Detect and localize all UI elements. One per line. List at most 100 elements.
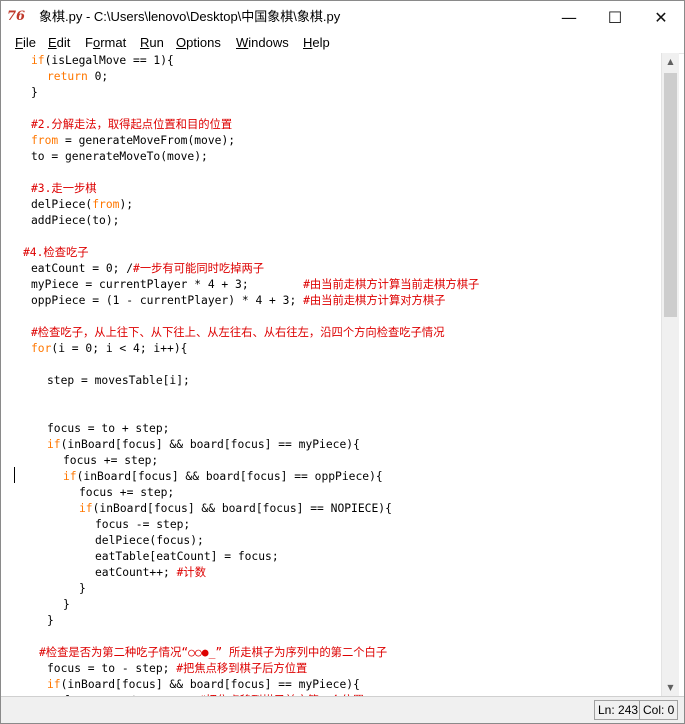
- code-token: focus -= step;: [95, 518, 191, 531]
- code-token: }: [31, 86, 38, 99]
- code-token: }: [47, 614, 54, 627]
- keyword-token: if: [31, 54, 45, 67]
- code-token: = generateMoveFrom(move);: [58, 134, 236, 147]
- code-line: if(inBoard[focus] && board[focus] == NOP…: [79, 501, 392, 517]
- code-line: addPiece(to);: [31, 213, 119, 229]
- menu-edit[interactable]: Edit: [48, 34, 70, 51]
- code-line: #2.分解走法，取得起点位置和目的位置: [31, 117, 232, 133]
- code-token: addPiece(to);: [31, 214, 120, 227]
- window-title: 象棋.py - C:\Users\lenovo\Desktop\中国象棋\象棋.…: [39, 9, 341, 24]
- scroll-down-button[interactable]: ▼: [662, 679, 679, 696]
- python-idle-icon: 76: [7, 9, 26, 24]
- code-line: focus -= step;: [95, 517, 190, 533]
- code-line: oppPiece = (1 - currentPlayer) * 4 + 3; …: [31, 293, 445, 309]
- down-arrow-icon: ▼: [667, 683, 674, 692]
- code-line: eatCount = 0; /#一步有可能同时吃掉两子: [31, 261, 264, 277]
- code-line: #4.检查吃子: [23, 245, 89, 261]
- menu-help[interactable]: Help: [303, 34, 330, 51]
- keyword-token: return: [47, 70, 88, 83]
- code-token: focus += step;: [63, 454, 159, 467]
- comment-token: #由当前走棋方计算对方棋子: [303, 294, 446, 307]
- comment-token: #3.走一步棋: [31, 182, 97, 195]
- code-token: delPiece(focus);: [95, 534, 204, 547]
- code-line: }: [47, 613, 54, 629]
- menu-options[interactable]: Options: [176, 34, 221, 51]
- code-line: for(i = 0; i < 4; i++){: [31, 341, 187, 357]
- code-line: if(inBoard[focus] && board[focus] == myP…: [47, 677, 360, 693]
- code-editor[interactable]: if(isLegalMove == 1){return 0;} #2.分解走法，取…: [1, 53, 661, 696]
- code-token: }: [63, 598, 70, 611]
- code-line: }: [63, 597, 70, 613]
- code-token: focus = to - step;: [47, 662, 177, 675]
- code-line: #检查吃子，从上往下、从下往上、从左往右、从右往左，沿四个方向检查吃子情况: [31, 325, 445, 341]
- code-token: );: [119, 198, 134, 211]
- comment-token: #检查是否为第二种吃子情况“○○●_” 所走棋子为序列中的第二个白子: [39, 646, 388, 659]
- menu-run[interactable]: Run: [140, 34, 164, 51]
- code-line: from = generateMoveFrom(move);: [31, 133, 235, 149]
- code-token: }: [79, 582, 86, 595]
- code-line: }: [31, 85, 38, 101]
- keyword-token: if: [79, 502, 93, 515]
- code-token: delPiece(: [31, 198, 93, 211]
- menu-bar: File Edit Format Run Options Windows Hel…: [1, 33, 684, 54]
- code-token: (inBoard[focus] && board[focus] == NOPIE…: [92, 502, 392, 515]
- code-token: (inBoard[focus] && board[focus] == oppPi…: [76, 470, 383, 483]
- keyword-token: for: [31, 342, 52, 355]
- code-line: to = generateMoveTo(move);: [31, 149, 208, 165]
- code-line: if(inBoard[focus] && board[focus] == opp…: [63, 469, 383, 485]
- code-line: #3.走一步棋: [31, 181, 97, 197]
- code-token: focus += step;: [79, 486, 175, 499]
- keyword-token: if: [47, 438, 61, 451]
- maximize-button[interactable]: ☐: [592, 1, 638, 33]
- keyword-token: if: [47, 678, 61, 691]
- code-token: eatCount++;: [95, 566, 177, 579]
- code-line: delPiece(focus);: [95, 533, 204, 549]
- code-line: #检查是否为第二种吃子情况“○○●_” 所走棋子为序列中的第二个白子: [39, 645, 387, 661]
- up-arrow-icon: ▲: [667, 57, 674, 66]
- menu-windows[interactable]: Windows: [236, 34, 289, 51]
- comment-token: #一步有可能同时吃掉两子: [133, 262, 265, 275]
- close-button[interactable]: ✕: [638, 1, 684, 33]
- text-cursor: [14, 467, 15, 483]
- code-line: }: [79, 581, 86, 597]
- code-line: if(isLegalMove == 1){: [31, 53, 174, 69]
- comment-token: #检查吃子，从上往下、从下往上、从左往右、从右往左，沿四个方向检查吃子情况: [31, 326, 445, 339]
- keyword-token: if: [63, 470, 77, 483]
- menu-file[interactable]: File: [15, 34, 36, 51]
- code-token: to = generateMoveTo(move);: [31, 150, 208, 163]
- code-line: focus = to - step; #把焦点移到棋子后方位置: [47, 661, 307, 677]
- code-line: step = movesTable[i];: [47, 373, 190, 389]
- code-token: oppPiece = (1 - currentPlayer) * 4 + 3;: [31, 294, 304, 307]
- idle-editor-window: 76 象棋.py - C:\Users\lenovo\Desktop\中国象棋\…: [0, 0, 685, 724]
- title-bar[interactable]: 76 象棋.py - C:\Users\lenovo\Desktop\中国象棋\…: [1, 1, 684, 33]
- code-line: focus = to + step;: [47, 421, 169, 437]
- code-line: if(inBoard[focus] && board[focus] == myP…: [47, 437, 360, 453]
- code-line: eatTable[eatCount] = focus;: [95, 549, 279, 565]
- code-line: return 0;: [47, 69, 108, 85]
- comment-token: #由当前走棋方计算当前走棋方棋子: [303, 278, 480, 291]
- code-token: myPiece = currentPlayer * 4 + 3;: [31, 278, 304, 291]
- code-token: (inBoard[focus] && board[focus] == myPie…: [60, 438, 360, 451]
- code-line: myPiece = currentPlayer * 4 + 3; #由当前走棋方…: [31, 277, 479, 293]
- code-line: eatCount++; #计数: [95, 565, 206, 581]
- code-token: 0;: [87, 70, 109, 83]
- comment-token: #把焦点移到棋子后方位置: [176, 662, 308, 675]
- minimize-button[interactable]: —: [546, 1, 592, 33]
- maximize-icon: ☐: [607, 7, 623, 27]
- keyword-token: from: [92, 198, 120, 211]
- comment-token: #4.检查吃子: [23, 246, 89, 259]
- code-token: eatTable[eatCount] = focus;: [95, 550, 279, 563]
- code-token: (inBoard[focus] && board[focus] == myPie…: [60, 678, 360, 691]
- vertical-scrollbar[interactable]: ▲ ▼: [661, 53, 679, 696]
- scrollbar-thumb[interactable]: [664, 73, 677, 317]
- menu-format[interactable]: Format: [85, 34, 126, 51]
- scroll-up-button[interactable]: ▲: [662, 53, 679, 70]
- minimize-icon: —: [561, 7, 577, 27]
- line-number-status: Ln: 243: [594, 700, 643, 720]
- column-number-status: Col: 0: [639, 700, 679, 720]
- code-token: focus = to + step;: [47, 422, 170, 435]
- code-token: (i = 0; i < 4; i++){: [51, 342, 188, 355]
- code-token: step = movesTable[i];: [47, 374, 190, 387]
- close-icon: ✕: [654, 7, 668, 27]
- comment-token: #2.分解走法，取得起点位置和目的位置: [31, 118, 233, 131]
